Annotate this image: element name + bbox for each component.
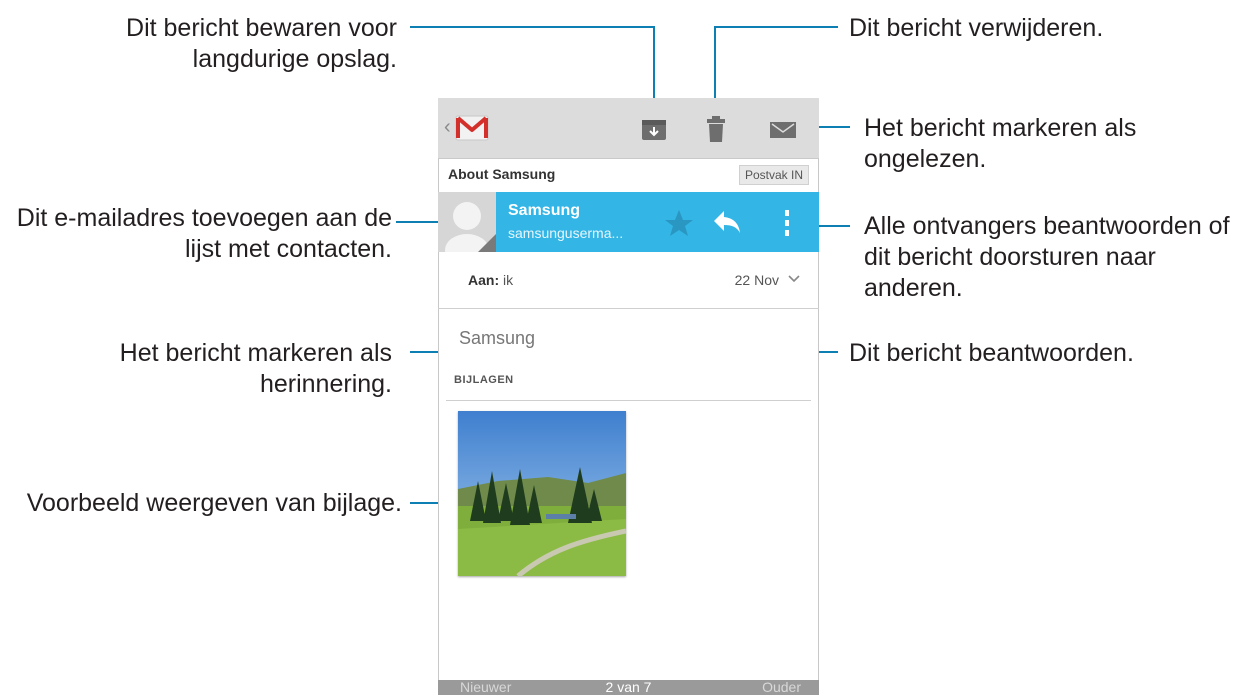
sender-name: Samsung bbox=[508, 202, 581, 219]
reply-icon[interactable] bbox=[712, 209, 742, 235]
callout-delete: Dit bericht verwijderen. bbox=[849, 14, 1104, 42]
chevron-down-icon[interactable] bbox=[787, 272, 801, 286]
overflow-menu-icon[interactable] bbox=[782, 208, 792, 238]
sender-email: samsunguserma... bbox=[508, 225, 624, 241]
sender-row: Samsung samsunguserma... bbox=[438, 192, 819, 252]
attachments-header: BIJLAGEN bbox=[454, 374, 514, 386]
email-subject: About Samsung bbox=[448, 166, 556, 182]
email-screen: ‹ About Samsung Postvak IN Samsung samsu… bbox=[438, 98, 819, 695]
archive-icon[interactable] bbox=[639, 114, 669, 144]
subject-row: About Samsung Postvak IN bbox=[438, 158, 819, 192]
email-date: 22 Nov bbox=[734, 272, 779, 288]
older-button[interactable]: Ouder bbox=[762, 680, 801, 695]
back-chevron-icon[interactable]: ‹ bbox=[444, 116, 451, 139]
mark-unread-icon[interactable] bbox=[768, 114, 798, 144]
recipient-row[interactable]: Aan: ik 22 Nov bbox=[438, 252, 819, 309]
message-navigation-bar: Nieuwer 2 van 7 Ouder bbox=[438, 680, 819, 695]
callout-preview-attachment: Voorbeeld weergeven van bijlage. bbox=[26, 489, 402, 517]
callout-add-contact: Dit e-mailadres toevoegen aan de lijst m… bbox=[16, 204, 392, 263]
attachments-divider bbox=[446, 400, 811, 401]
attachment-thumbnail[interactable] bbox=[458, 411, 627, 578]
sender-band: Samsung samsunguserma... bbox=[496, 192, 819, 252]
callout-reply-all-forward: Alle ontvangers beantwoorden of dit beri… bbox=[864, 212, 1230, 302]
default-contact-icon bbox=[445, 202, 496, 252]
contact-avatar[interactable] bbox=[438, 192, 496, 252]
callout-archive: Dit bericht bewaren voor langdurige opsl… bbox=[126, 14, 397, 73]
leader-delete bbox=[714, 26, 838, 108]
recipient-label: Aan: ik bbox=[468, 272, 514, 288]
landscape-photo bbox=[458, 411, 627, 578]
callout-mark-unread: Het bericht markeren als ongelezen. bbox=[864, 114, 1137, 173]
star-icon[interactable] bbox=[664, 209, 694, 237]
folder-label[interactable]: Postvak IN bbox=[738, 165, 809, 185]
leader-archive bbox=[410, 26, 655, 108]
callout-reply: Dit bericht beantwoorden. bbox=[849, 339, 1134, 367]
trash-icon[interactable] bbox=[701, 114, 731, 144]
gmail-logo-icon[interactable] bbox=[454, 110, 490, 146]
email-body: Samsung bbox=[459, 328, 536, 348]
action-bar: ‹ bbox=[438, 98, 819, 159]
callout-star: Het bericht markeren als herinnering. bbox=[119, 339, 392, 398]
